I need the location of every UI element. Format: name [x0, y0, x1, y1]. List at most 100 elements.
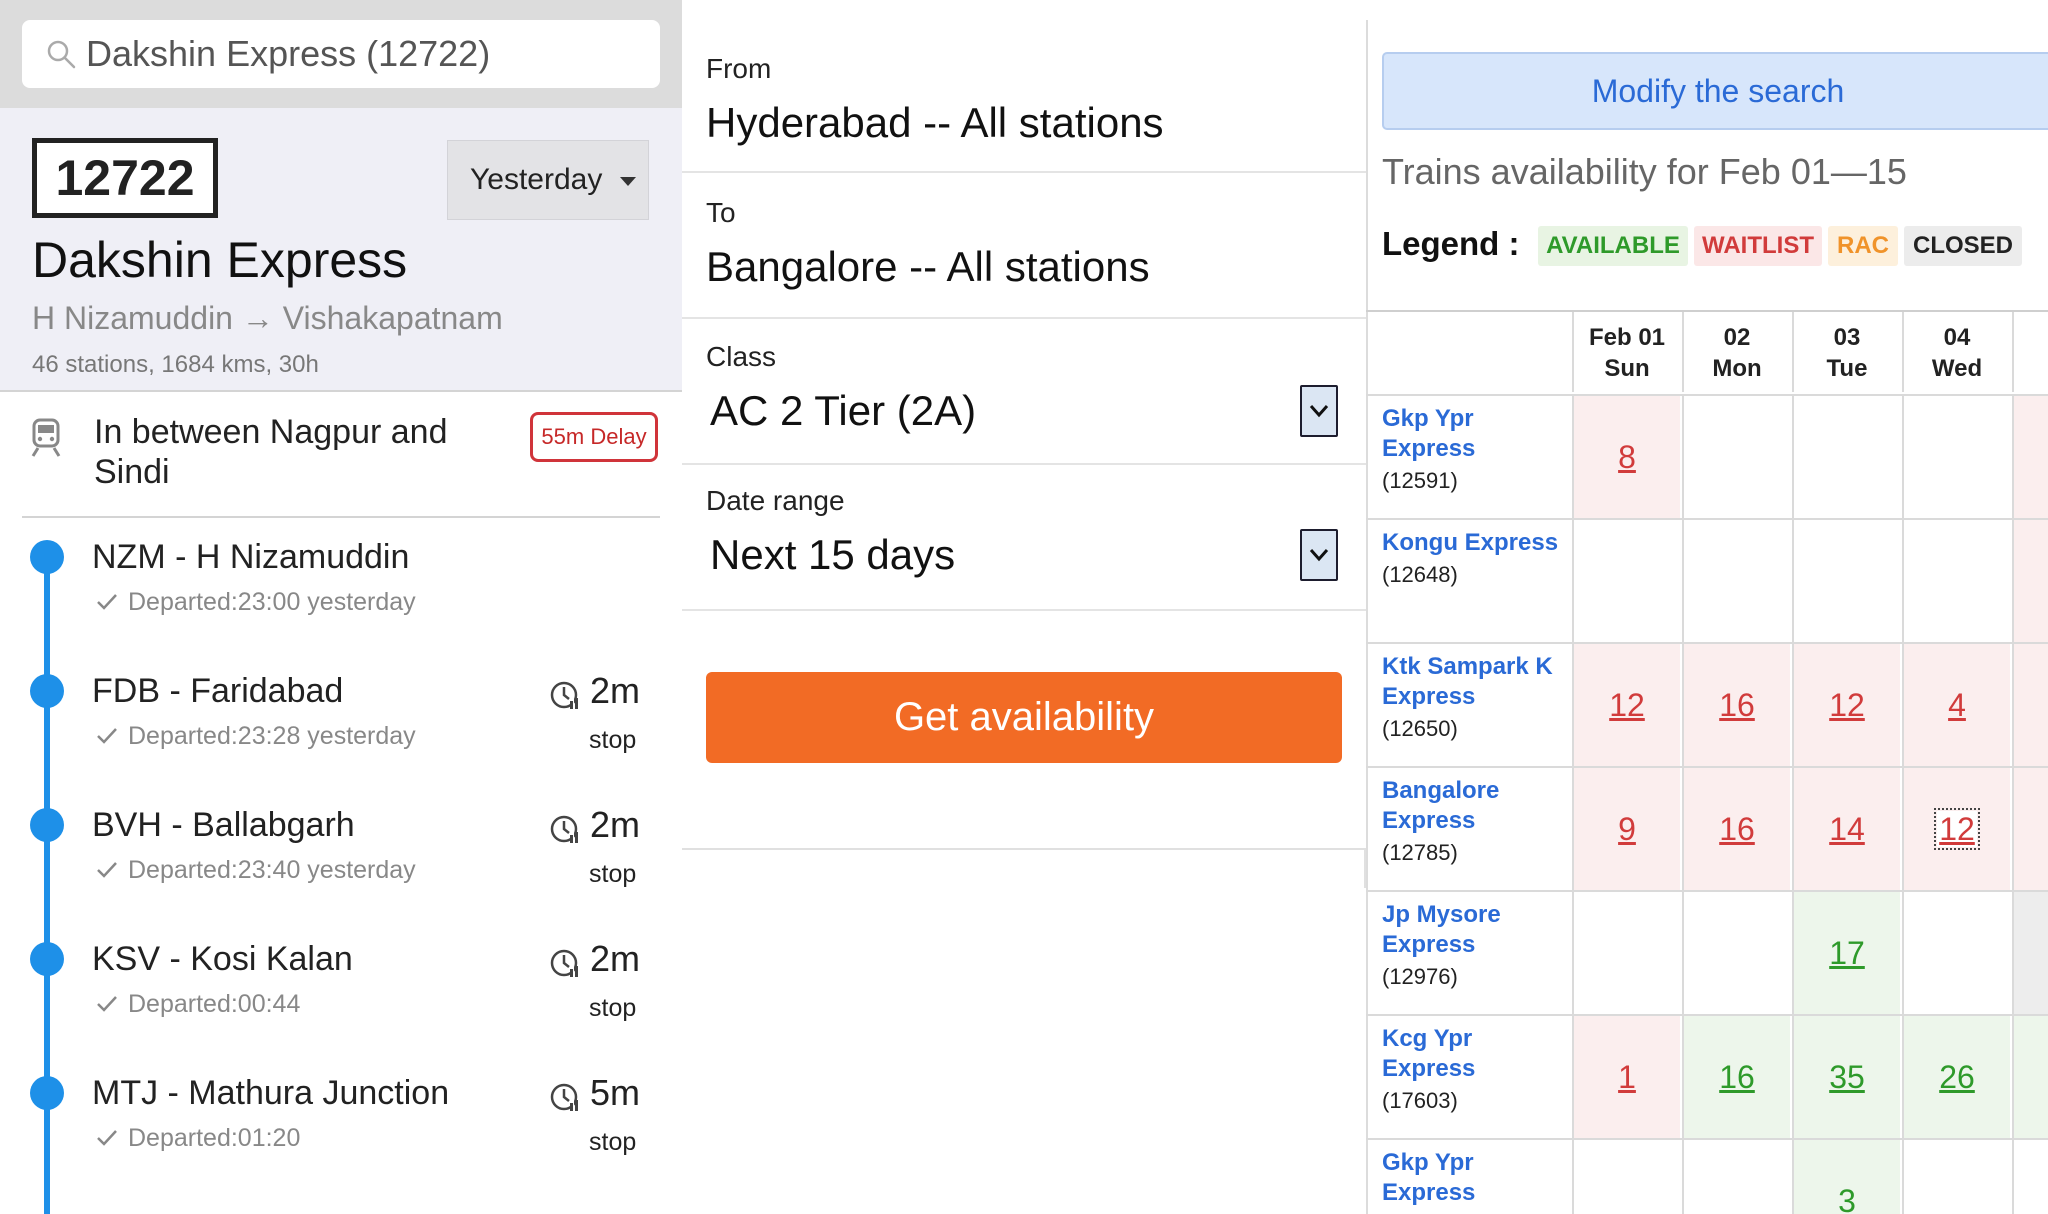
seat-count-link[interactable]: 4	[1948, 687, 1966, 723]
availability-cell[interactable]: 4	[1902, 644, 2010, 766]
check-icon	[96, 726, 118, 746]
chevron-down-icon[interactable]	[1300, 385, 1338, 437]
halt-clock-icon	[548, 1080, 582, 1114]
seat-count-link[interactable]: 16	[1719, 687, 1755, 723]
availability-cell[interactable]: 9	[1572, 768, 1680, 890]
chevron-down-icon[interactable]	[1300, 529, 1338, 581]
availability-cell[interactable]: 3	[1792, 1140, 1900, 1214]
date-range-label: Date range	[706, 485, 845, 516]
train-link[interactable]: Kongu Express	[1382, 528, 1572, 558]
availability-cell[interactable]: 16	[1682, 1016, 1790, 1138]
seat-count-link[interactable]: 16	[1719, 811, 1755, 847]
day-select[interactable]: Yesterday	[447, 140, 649, 220]
column-day: Wed	[1931, 355, 1983, 382]
stop-departed: Departed:23:40 yesterday	[128, 856, 416, 884]
availability-cell[interactable]: 12	[1572, 644, 1680, 766]
train-route: H Nizamuddin → Vishakapatnam	[32, 300, 503, 336]
table-row: Gkp Ypr Express 3	[1366, 1138, 2048, 1214]
search-input[interactable]: Dakshin Express (12722)	[22, 20, 660, 88]
from-value: Hyderabad -- All stations	[706, 99, 1164, 146]
train-icon	[31, 418, 61, 457]
stop-item[interactable]: NZM - H Nizamuddin Departed:23:00 yesterd…	[0, 522, 682, 656]
train-link[interactable]: Bangalore Express	[1382, 776, 1572, 836]
train-number: (12648)	[1382, 562, 1458, 587]
seat-count-link[interactable]: 35	[1829, 1059, 1865, 1095]
availability-cell[interactable]: 12	[1792, 644, 1900, 766]
to-field[interactable]: To Bangalore -- All stations	[682, 174, 1366, 319]
stop-halt: 2m	[590, 670, 641, 711]
availability-cell[interactable]: 12	[1902, 768, 2010, 890]
availability-cell[interactable]: 1	[1572, 1016, 1680, 1138]
train-cell: Gkp Ypr Express (12591)	[1366, 396, 1572, 518]
stop-halt: 5m	[590, 1072, 641, 1113]
train-number: (12591)	[1382, 468, 1458, 493]
seat-count-link[interactable]: 12	[1609, 687, 1645, 723]
availability-cell[interactable]: 14	[1792, 768, 1900, 890]
check-icon	[96, 994, 118, 1014]
availability-cell[interactable]: 8	[1572, 396, 1680, 518]
get-availability-button[interactable]: Get availability	[706, 672, 1342, 763]
availability-cell[interactable]: 35	[1792, 1016, 1900, 1138]
availability-cell[interactable]: 17	[1792, 892, 1900, 1014]
stop-item[interactable]: FDB - Faridabad Departed:23:28 yesterday 2…	[0, 656, 682, 790]
table-row: Gkp Ypr Express (12591) 8	[1366, 394, 2048, 518]
availability-cell	[2012, 892, 2048, 1014]
availability-cell	[1902, 520, 2010, 642]
stop-halt-unit: stop	[589, 1128, 637, 1156]
seat-count-link[interactable]: 12	[1829, 687, 1865, 723]
table-row: Ktk Sampark K Express (12650) 12 16 12 4	[1366, 642, 2048, 766]
seat-count-link[interactable]: 17	[1829, 935, 1865, 971]
seat-count-link[interactable]: 26	[1939, 1059, 1975, 1095]
class-select[interactable]: Class AC 2 Tier (2A)	[682, 320, 1366, 465]
train-cell: Gkp Ypr Express	[1366, 1140, 1572, 1214]
date-range-value: Next 15 days	[710, 531, 956, 578]
table-row: Bangalore Express (12785) 9 16 14 12	[1366, 766, 2048, 890]
availability-cell	[2012, 396, 2048, 518]
search-input-value: Dakshin Express (12722)	[86, 33, 491, 74]
modify-search-button[interactable]: Modify the search	[1382, 52, 2048, 130]
seat-count-link[interactable]: 3	[1838, 1183, 1856, 1214]
availability-cell[interactable]: 26	[1902, 1016, 2010, 1138]
train-link[interactable]: Kcg Ypr Express	[1382, 1024, 1572, 1084]
availability-title: Trains availability for Feb 01—15	[1382, 151, 1907, 192]
seat-count-link[interactable]: 16	[1719, 1059, 1755, 1095]
column-date: 04	[1943, 324, 1971, 351]
column-header: 02 Mon	[1682, 312, 1790, 392]
availability-cell	[2012, 1140, 2048, 1214]
stop-item[interactable]: KSV - Kosi Kalan Departed:00:44 2m stop	[0, 924, 682, 1058]
train-link[interactable]: Gkp Ypr Express	[1382, 404, 1572, 464]
column-date: 03	[1833, 324, 1861, 351]
seat-count-link[interactable]: 12	[1934, 808, 1980, 850]
availability-cell[interactable]: 16	[1682, 644, 1790, 766]
train-number: (17603)	[1382, 1088, 1458, 1113]
from-label: From	[706, 53, 772, 84]
check-icon	[96, 860, 118, 880]
availability-cell[interactable]: 16	[1682, 768, 1790, 890]
date-range-select[interactable]: Date range Next 15 days	[682, 466, 1366, 611]
availability-cell	[1902, 1140, 2010, 1214]
seat-count-link[interactable]: 14	[1829, 811, 1865, 847]
stop-name: KSV - Kosi Kalan	[92, 940, 353, 978]
seat-count-link[interactable]: 9	[1618, 811, 1636, 847]
availability-cell	[1572, 892, 1680, 1014]
stop-item[interactable]: MTJ - Mathura Junction Departed:01:20 5m st…	[0, 1058, 682, 1192]
table-row: Jp Mysore Express (12976) 17	[1366, 890, 2048, 1014]
train-link[interactable]: Ktk Sampark K Express	[1382, 652, 1572, 712]
availability-cell	[1682, 892, 1790, 1014]
stop-item[interactable]: BVH - Ballabgarh Departed:23:40 yesterday…	[0, 790, 682, 924]
column-header	[2012, 312, 2048, 392]
availability-cell	[2012, 768, 2048, 890]
availability-cell	[2012, 644, 2048, 766]
stop-dot-icon	[30, 674, 64, 708]
search-icon	[47, 40, 76, 69]
stop-name: FDB - Faridabad	[92, 672, 344, 710]
legend-available: AVAILABLE	[1538, 226, 1688, 266]
seat-count-link[interactable]: 1	[1618, 1059, 1636, 1095]
from-field[interactable]: From Hyderabad -- All stations	[682, 28, 1366, 173]
stop-halt: 2m	[590, 804, 641, 845]
seat-count-link[interactable]: 8	[1618, 439, 1636, 475]
train-link[interactable]: Gkp Ypr Express	[1382, 1148, 1572, 1208]
train-link[interactable]: Jp Mysore Express	[1382, 900, 1572, 960]
stop-departed: Departed:23:00 yesterday	[128, 588, 416, 616]
legend-closed: CLOSED	[1904, 226, 2022, 266]
